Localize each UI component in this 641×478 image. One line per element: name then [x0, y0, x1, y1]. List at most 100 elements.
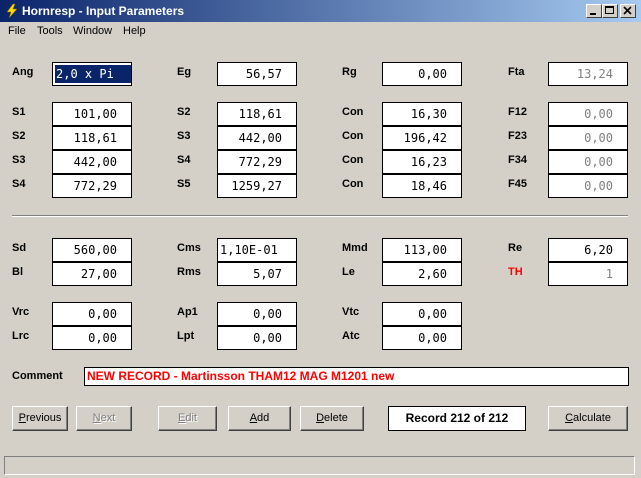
maximize-icon — [605, 6, 614, 14]
th-field: 1 — [548, 262, 628, 286]
next-button-label: ext — [100, 412, 116, 424]
s3-label-right: S3 — [177, 130, 191, 142]
fta-field: 13,24 — [548, 62, 628, 86]
ang-label: Ang — [12, 66, 34, 78]
f23-field: 0,00 — [548, 126, 628, 150]
bl-label: Bl — [12, 266, 23, 278]
menu-file[interactable]: File — [8, 25, 26, 37]
th-label: TH — [508, 266, 523, 278]
con4-field[interactable]: 18,46 — [382, 174, 462, 198]
s2-field[interactable]: 118,61 — [52, 126, 132, 150]
atc-label: Atc — [342, 330, 360, 342]
calculate-button-label: alculate — [573, 412, 611, 424]
con3-label: Con — [342, 154, 364, 166]
previous-button-label: revious — [25, 412, 62, 424]
s1-label: S1 — [12, 106, 26, 118]
f45-label: F45 — [508, 178, 527, 190]
maximize-button[interactable] — [602, 4, 618, 18]
mmd-label: Mmd — [342, 242, 368, 254]
bl-field[interactable]: 27,00 — [52, 262, 132, 286]
mmd-field[interactable]: 113,00 — [382, 238, 462, 262]
eg-label: Eg — [177, 66, 192, 78]
sd-field[interactable]: 560,00 — [52, 238, 132, 262]
con2-field[interactable]: 196,42 — [382, 126, 462, 150]
le-field[interactable]: 2,60 — [382, 262, 462, 286]
add-button-accel: A — [249, 412, 258, 424]
menu-help[interactable]: Help — [123, 25, 146, 37]
s2-label-right: S2 — [177, 106, 191, 118]
fta-label: Fta — [508, 66, 525, 78]
lpt-field[interactable]: 0,00 — [217, 326, 297, 350]
f12-field: 0,00 — [548, 102, 628, 126]
next-button: Next — [76, 406, 132, 431]
minimize-button[interactable] — [586, 4, 602, 18]
add-button-label: dd — [257, 412, 270, 424]
edit-button: Edit — [158, 406, 217, 431]
comment-label: Comment — [12, 370, 63, 382]
comment-field[interactable]: NEW RECORD - Martinsson THAM12 MAG M1201… — [84, 367, 629, 386]
vtc-field[interactable]: 0,00 — [382, 302, 462, 326]
s3-label: S3 — [12, 154, 26, 166]
con1-field[interactable]: 16,30 — [382, 102, 462, 126]
rg-label: Rg — [342, 66, 357, 78]
s4-field-right[interactable]: 772,29 — [217, 150, 297, 174]
lrc-field[interactable]: 0,00 — [52, 326, 132, 350]
edit-button-label: dit — [185, 412, 197, 424]
ap1-label: Ap1 — [177, 306, 198, 318]
f12-label: F12 — [508, 106, 527, 118]
s2-field-right[interactable]: 118,61 — [217, 102, 297, 126]
vrc-field[interactable]: 0,00 — [52, 302, 132, 326]
s4-field[interactable]: 772,29 — [52, 174, 132, 198]
section-divider — [12, 215, 628, 217]
delete-button-accel: D — [316, 412, 325, 424]
delete-button[interactable]: Delete — [300, 406, 364, 431]
calculate-button-accel: C — [565, 412, 574, 424]
re-label: Re — [508, 242, 523, 254]
add-button[interactable]: Add — [228, 406, 291, 431]
s3-field-right[interactable]: 442,00 — [217, 126, 297, 150]
next-button-accel: N — [92, 412, 101, 424]
lpt-label: Lpt — [177, 330, 195, 342]
ap1-field[interactable]: 0,00 — [217, 302, 297, 326]
window-title: Hornresp - Input Parameters — [22, 4, 185, 18]
s4-label-right: S4 — [177, 154, 191, 166]
close-button[interactable] — [620, 4, 636, 18]
s2-label: S2 — [12, 130, 26, 142]
rg-field[interactable]: 0,00 — [382, 62, 462, 86]
cms-label: Cms — [177, 242, 201, 254]
calculate-button[interactable]: Calculate — [548, 406, 628, 431]
menu-tools[interactable]: Tools — [37, 25, 63, 37]
con1-label: Con — [342, 106, 364, 118]
s5-field[interactable]: 1259,27 — [217, 174, 297, 198]
menu-bar: File Tools Window Help — [0, 22, 641, 41]
atc-field[interactable]: 0,00 — [382, 326, 462, 350]
s1-field[interactable]: 101,00 — [52, 102, 132, 126]
record-indicator: Record 212 of 212 — [388, 406, 526, 431]
delete-button-label: elete — [324, 412, 348, 424]
hornresp-window: Hornresp - Input Parameters File Tools W… — [0, 0, 641, 478]
lrc-label: Lrc — [12, 330, 30, 342]
f45-field: 0,00 — [548, 174, 628, 198]
close-icon — [623, 6, 632, 15]
con2-label: Con — [342, 130, 364, 142]
s3-field[interactable]: 442,00 — [52, 150, 132, 174]
ang-field[interactable]: 2,0 x Pi — [52, 62, 132, 86]
f34-field: 0,00 — [548, 150, 628, 174]
vtc-label: Vtc — [342, 306, 360, 318]
sd-label: Sd — [12, 242, 27, 254]
cms-field[interactable]: 1,10E-01 — [217, 238, 297, 262]
title-bar: Hornresp - Input Parameters — [0, 0, 641, 22]
le-label: Le — [342, 266, 355, 278]
eg-field[interactable]: 56,57 — [217, 62, 297, 86]
vrc-label: Vrc — [12, 306, 30, 318]
re-field[interactable]: 6,20 — [548, 238, 628, 262]
ang-value: 2,0 x Pi — [55, 65, 131, 83]
f34-label: F34 — [508, 154, 527, 166]
rms-field[interactable]: 5,07 — [217, 262, 297, 286]
s5-label: S5 — [177, 178, 191, 190]
con4-label: Con — [342, 178, 364, 190]
previous-button[interactable]: Previous — [12, 406, 68, 431]
previous-button-accel: P — [18, 412, 26, 424]
menu-window[interactable]: Window — [73, 25, 112, 37]
con3-field[interactable]: 16,23 — [382, 150, 462, 174]
